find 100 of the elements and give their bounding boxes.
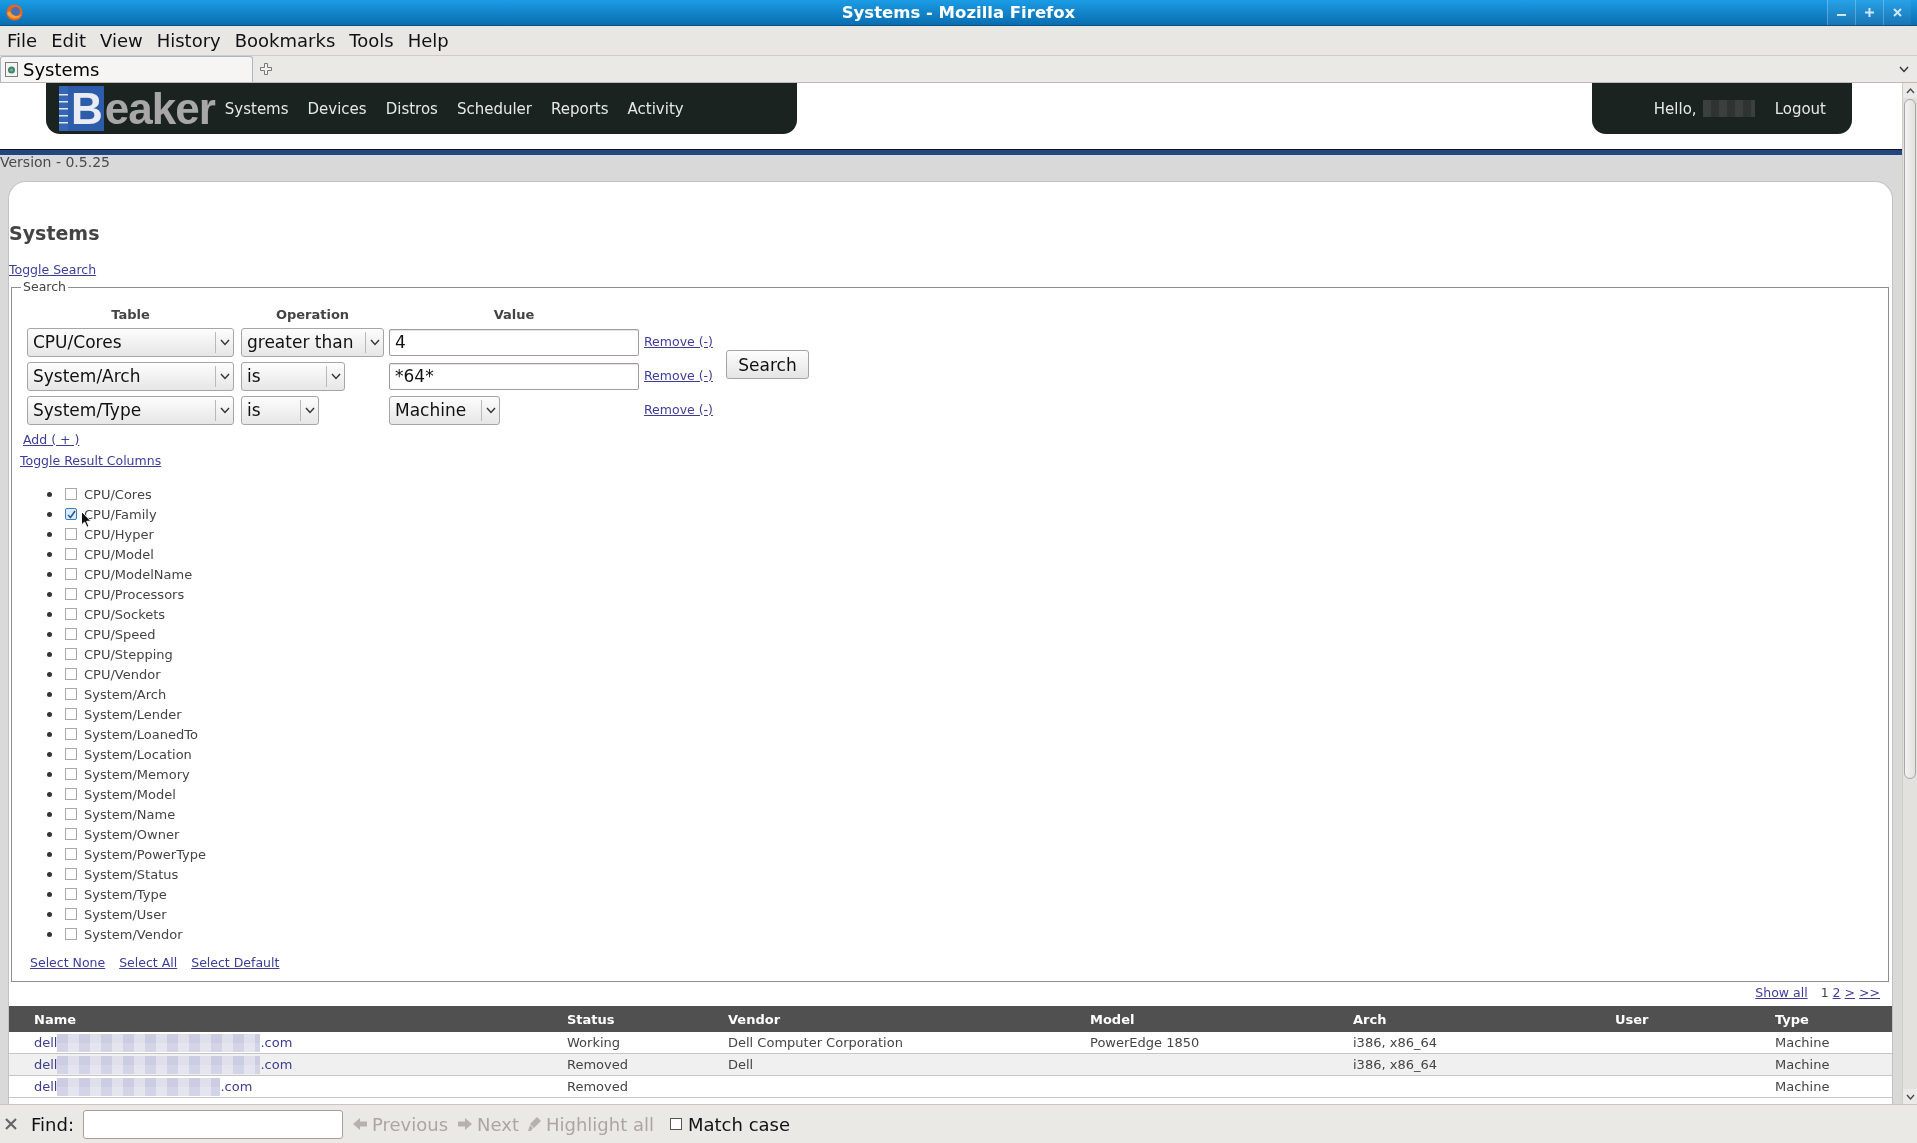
column-checkbox[interactable]	[65, 868, 77, 880]
menu-item[interactable]: Edit	[44, 30, 93, 51]
menu-item[interactable]: File	[0, 30, 45, 51]
bullet-icon	[47, 811, 52, 817]
bullet-icon	[47, 771, 52, 777]
column-checkbox[interactable]	[65, 528, 77, 540]
show-all-link[interactable]: Show all	[1755, 985, 1808, 1001]
search-button[interactable]: Search	[726, 350, 809, 379]
nav-link[interactable]: Devices	[307, 99, 367, 118]
tab-list-chevron-icon[interactable]	[1899, 65, 1909, 73]
column-checkbox[interactable]	[65, 728, 77, 740]
operation-select[interactable]: is	[241, 361, 345, 391]
chevron-up-icon	[1905, 87, 1915, 94]
column-checkbox[interactable]	[65, 648, 77, 660]
column-checkbox[interactable]	[65, 668, 77, 680]
column-label: Operation	[275, 307, 350, 322]
add-link[interactable]: Add ( + )	[23, 432, 80, 448]
column-option-label: System/Name	[84, 806, 176, 822]
column-checkbox[interactable]	[65, 748, 77, 760]
table-cell-text: Working	[567, 1035, 622, 1050]
new-tab-icon[interactable]	[260, 63, 272, 75]
maximize-button[interactable]	[1855, 0, 1883, 25]
chevron-down-icon	[219, 338, 230, 346]
menu-item[interactable]: Bookmarks	[227, 30, 343, 51]
page-link[interactable]: 2	[1832, 985, 1841, 1001]
bullet-icon	[47, 691, 52, 697]
column-checkbox[interactable]	[65, 788, 77, 800]
column-checkbox[interactable]	[65, 928, 77, 940]
table-cell-text: i386, x86_64	[1353, 1035, 1438, 1050]
scrollbar-thumb[interactable]	[1904, 99, 1916, 779]
hostname-link[interactable]: dell	[34, 1057, 58, 1072]
bullet-icon	[47, 791, 52, 797]
last-page-link[interactable]: >>	[1859, 985, 1880, 1001]
column-checkbox[interactable]	[65, 848, 77, 860]
toggle-search-link[interactable]: Toggle Search	[9, 262, 97, 278]
hostname-link[interactable]: dell	[34, 1035, 58, 1050]
bullet-icon	[47, 511, 52, 517]
page-icon	[5, 62, 18, 77]
nav-link[interactable]: Reports	[551, 99, 609, 118]
remove-link[interactable]: Remove (-)	[644, 402, 713, 418]
column-checkbox[interactable]	[65, 588, 77, 600]
domain-suffix-link[interactable]: .com	[260, 1035, 293, 1050]
column-checkbox[interactable]	[65, 768, 77, 780]
next-page-link[interactable]: >	[1844, 985, 1856, 1001]
operation-select[interactable]: greater than	[241, 327, 384, 357]
minimize-button[interactable]	[1827, 0, 1855, 25]
nav-link[interactable]: Scheduler	[456, 99, 533, 118]
browser-tab[interactable]: Systems	[0, 56, 253, 82]
value-select[interactable]: Machine	[389, 395, 500, 425]
domain-suffix-link[interactable]: .com	[260, 1057, 293, 1072]
column-checkbox[interactable]	[65, 628, 77, 640]
table-cell-text: Removed	[567, 1057, 629, 1072]
menu-item[interactable]: Tools	[342, 30, 401, 51]
nav-link[interactable]: Distros	[385, 99, 438, 118]
hostname-link[interactable]: dell	[34, 1079, 58, 1094]
column-checkbox[interactable]	[65, 888, 77, 900]
nav-link[interactable]: Activity	[627, 99, 684, 118]
bullet-icon	[47, 611, 52, 617]
table-select[interactable]: System/Arch	[27, 361, 234, 391]
arrow-left-icon	[351, 1117, 368, 1131]
find-field[interactable]	[82, 1109, 343, 1139]
close-icon	[1893, 8, 1902, 17]
match-case-checkbox[interactable]	[670, 1118, 682, 1130]
column-checkbox[interactable]	[65, 908, 77, 920]
table-select[interactable]: System/Type	[27, 395, 234, 425]
scrollbar[interactable]	[1902, 83, 1917, 1104]
column-checkbox[interactable]	[65, 708, 77, 720]
column-checkbox[interactable]	[65, 808, 77, 820]
toggle-columns-link[interactable]: Toggle Result Columns	[20, 453, 162, 469]
close-icon[interactable]	[5, 1118, 17, 1130]
menu-item[interactable]: View	[93, 30, 150, 51]
scroll-down-button[interactable]	[1903, 1089, 1917, 1104]
close-button[interactable]	[1883, 0, 1911, 25]
remove-link[interactable]: Remove (-)	[644, 334, 713, 350]
column-checkbox[interactable]	[65, 568, 77, 580]
domain-suffix-link[interactable]: .com	[220, 1079, 253, 1094]
value-field[interactable]: 4	[389, 328, 639, 356]
selection-link[interactable]: Select All	[119, 955, 178, 971]
selection-link[interactable]: Select Default	[191, 955, 280, 971]
logout-link[interactable]: Logout	[1774, 99, 1826, 118]
chevron-down-icon	[330, 372, 341, 380]
menu-item[interactable]: Help	[400, 30, 456, 51]
selection-link[interactable]: Select None	[30, 955, 106, 971]
operation-select[interactable]: is	[241, 395, 319, 425]
menu-item[interactable]: History	[149, 30, 228, 51]
value-field[interactable]: *64*	[389, 362, 639, 390]
column-checkbox[interactable]	[65, 608, 77, 620]
column-checkbox[interactable]	[65, 488, 77, 500]
bullet-icon	[47, 711, 52, 717]
column-checkbox[interactable]	[65, 828, 77, 840]
table-select[interactable]: CPU/Cores	[27, 327, 234, 357]
column-checkbox[interactable]	[65, 548, 77, 560]
column-checkbox[interactable]	[65, 508, 77, 520]
column-header: Model	[1090, 1011, 1136, 1027]
bullet-icon	[47, 651, 52, 657]
remove-link[interactable]: Remove (-)	[644, 368, 713, 384]
scroll-up-button[interactable]	[1903, 83, 1917, 98]
nav-link[interactable]: Systems	[224, 99, 289, 118]
column-checkbox[interactable]	[65, 688, 77, 700]
table-cell-text: Machine	[1775, 1079, 1831, 1094]
